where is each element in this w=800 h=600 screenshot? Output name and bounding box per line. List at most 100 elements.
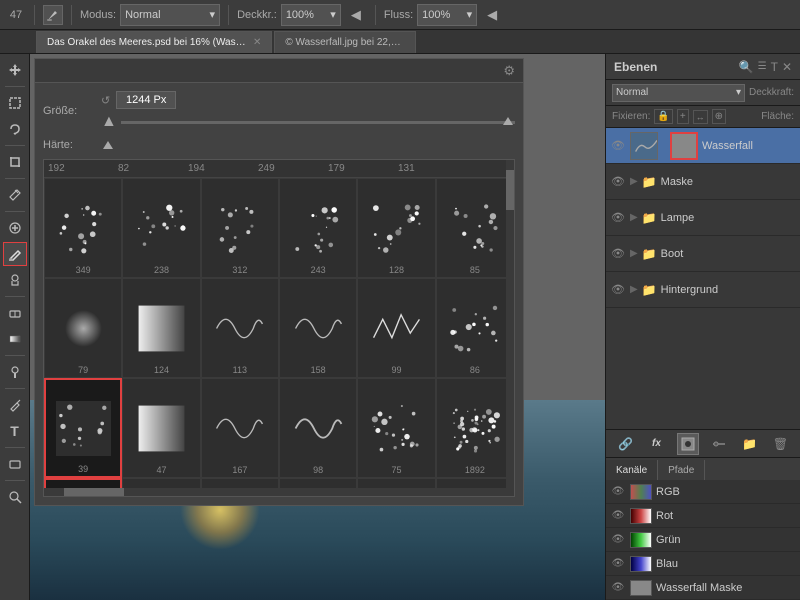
- hardness-slider-thumb[interactable]: [103, 141, 113, 149]
- tool-gradient[interactable]: [3, 327, 27, 351]
- mask-icon[interactable]: [677, 433, 699, 455]
- brush-cell-39[interactable]: 39: [44, 378, 122, 478]
- tool-clone[interactable]: [3, 268, 27, 292]
- trash-icon[interactable]: 🗑: [770, 433, 792, 455]
- layer-item-boot[interactable]: 👁 ▶ 📁 Boot: [606, 236, 800, 272]
- layer-item-lampe[interactable]: 👁 ▶ 📁 Lampe: [606, 200, 800, 236]
- layer-eye-boot[interactable]: 👁: [610, 246, 626, 262]
- layer-item-maske[interactable]: 👁 ▶ 📁 Maske: [606, 164, 800, 200]
- adjustment-icon[interactable]: [708, 433, 730, 455]
- deckcraft-arrow[interactable]: ◀: [345, 4, 367, 26]
- tool-move[interactable]: [3, 58, 27, 82]
- canvas-area[interactable]: ⚙ Größe: ↺ 1244 Px ▲: [30, 54, 605, 600]
- fix-icon-2[interactable]: +: [677, 109, 689, 124]
- channel-item-wasserfall-maske[interactable]: 👁 Wasserfall Maske: [606, 576, 800, 600]
- brush-cell-47[interactable]: 47: [122, 378, 200, 478]
- size-reset-icon[interactable]: ↺: [101, 94, 110, 107]
- tool-shape[interactable]: [3, 452, 27, 476]
- link-icon[interactable]: 🔗: [615, 433, 637, 455]
- fluss-arrow[interactable]: ◀: [481, 4, 503, 26]
- tool-dodge[interactable]: [3, 360, 27, 384]
- brush-cell-2280[interactable]: 2280: [357, 478, 435, 488]
- layer-arrow-maske[interactable]: ▶: [630, 176, 638, 187]
- layer-arrow-lampe[interactable]: ▶: [630, 212, 638, 223]
- tab-orakel[interactable]: Das Orakel des Meeres.psd bei 16% (Wasse…: [36, 31, 272, 53]
- brush-scrollbar-thumb[interactable]: [506, 170, 514, 210]
- tool-crop[interactable]: [3, 150, 27, 174]
- panel-menu-icon[interactable]: ☰: [758, 61, 767, 72]
- panel-settings-icon[interactable]: ⚙: [503, 63, 515, 79]
- layer-eye-lampe[interactable]: 👁: [610, 210, 626, 226]
- tab-pfade[interactable]: Pfade: [658, 460, 705, 480]
- brush-cell-158[interactable]: 158: [279, 278, 357, 378]
- tool-pen[interactable]: [3, 393, 27, 417]
- brush-scrollbar-h-thumb[interactable]: [64, 488, 124, 496]
- panel-close-icon[interactable]: ✕: [782, 60, 792, 74]
- tool-heal[interactable]: [3, 216, 27, 240]
- size-value[interactable]: 1244 Px: [116, 91, 176, 109]
- brush-cell-113[interactable]: 113: [201, 278, 279, 378]
- text-icon[interactable]: T: [771, 60, 778, 74]
- fix-icon-1[interactable]: 🔒: [654, 109, 672, 124]
- channel-item-rot[interactable]: 👁 Rot: [606, 504, 800, 528]
- layer-eye-hintergrund[interactable]: 👁: [610, 282, 626, 298]
- modus-dropdown[interactable]: Normal ▾: [120, 4, 220, 26]
- fix-icon-3[interactable]: ↔: [693, 110, 708, 124]
- channel-item-rgb[interactable]: 👁 RGB: [606, 480, 800, 504]
- brush-cell-167[interactable]: 167: [201, 378, 279, 478]
- tool-eyedropper[interactable]: [3, 183, 27, 207]
- channel-item-grun[interactable]: 👁 Grün: [606, 528, 800, 552]
- layer-arrow-boot[interactable]: ▶: [630, 248, 638, 259]
- deckcraft-dropdown[interactable]: 100% ▾: [281, 4, 341, 26]
- brush-cell-79[interactable]: 79: [44, 278, 122, 378]
- brush-cell-243[interactable]: 243: [279, 178, 357, 278]
- brush-cell-238[interactable]: 238: [122, 178, 200, 278]
- channel-eye-grun[interactable]: 👁: [610, 532, 626, 548]
- layer-eye-wasserfall[interactable]: 👁: [610, 138, 626, 154]
- brush-cell-312[interactable]: 312: [201, 178, 279, 278]
- brush-tool-icon[interactable]: [43, 5, 63, 25]
- brush-cell-99[interactable]: 99: [357, 278, 435, 378]
- brush-cell-2400[interactable]: 2400: [436, 478, 514, 488]
- channel-eye-wm[interactable]: 👁: [610, 580, 626, 596]
- tab-close-orakel[interactable]: ✕: [253, 37, 261, 48]
- layer-arrow-hintergrund[interactable]: ▶: [630, 284, 638, 295]
- tool-text[interactable]: T: [3, 419, 27, 443]
- brush-cell-1796[interactable]: 1796: [201, 478, 279, 488]
- layer-eye-maske[interactable]: 👁: [610, 174, 626, 190]
- fix-icon-4[interactable]: ⊕: [712, 109, 726, 124]
- brush-cell-2448[interactable]: 2448: [122, 478, 200, 488]
- tool-brush[interactable]: [3, 242, 27, 266]
- layers-mode-dropdown[interactable]: Normal ▾: [612, 84, 745, 102]
- size-slider-thumb[interactable]: [503, 117, 513, 125]
- brush-scrollbar-h[interactable]: [44, 488, 514, 496]
- brush-cell-128[interactable]: 128: [357, 178, 435, 278]
- size-slider-track[interactable]: [121, 121, 515, 124]
- tab-wasserfall[interactable]: © Wasserfall.jpg bei 22,9% (W...: [274, 31, 416, 53]
- brush-scrollbar-v[interactable]: [506, 160, 514, 496]
- brush-cell-1244[interactable]: 1244: [44, 478, 122, 488]
- brush-cell-1892[interactable]: 1892: [436, 378, 514, 478]
- search-icon[interactable]: 🔍: [739, 60, 754, 74]
- tool-select-rect[interactable]: [3, 91, 27, 115]
- brush-cell-85[interactable]: 85: [436, 178, 514, 278]
- fluss-dropdown[interactable]: 100% ▾: [417, 4, 477, 26]
- brush-cell-2128[interactable]: 2128: [279, 478, 357, 488]
- channel-eye-blau[interactable]: 👁: [610, 556, 626, 572]
- brush-cell-349[interactable]: 349: [44, 178, 122, 278]
- tool-eraser[interactable]: [3, 301, 27, 325]
- tool-zoom[interactable]: [3, 485, 27, 509]
- fx-icon[interactable]: fx: [646, 433, 668, 455]
- brush-cell-86[interactable]: 86: [436, 278, 514, 378]
- brush-cell-75[interactable]: 75: [357, 378, 435, 478]
- channel-item-blau[interactable]: 👁 Blau: [606, 552, 800, 576]
- brush-cell-98[interactable]: 98: [279, 378, 357, 478]
- layer-item-hintergrund[interactable]: 👁 ▶ 📁 Hintergrund: [606, 272, 800, 308]
- tab-kanale[interactable]: Kanäle: [606, 460, 658, 480]
- channel-eye-rot[interactable]: 👁: [610, 508, 626, 524]
- tool-lasso[interactable]: [3, 117, 27, 141]
- new-folder-icon[interactable]: 📁: [739, 433, 761, 455]
- brush-cell-124[interactable]: 124: [122, 278, 200, 378]
- layer-item-wasserfall[interactable]: 👁 Wasserfall: [606, 128, 800, 164]
- channel-eye-rgb[interactable]: 👁: [610, 484, 626, 500]
